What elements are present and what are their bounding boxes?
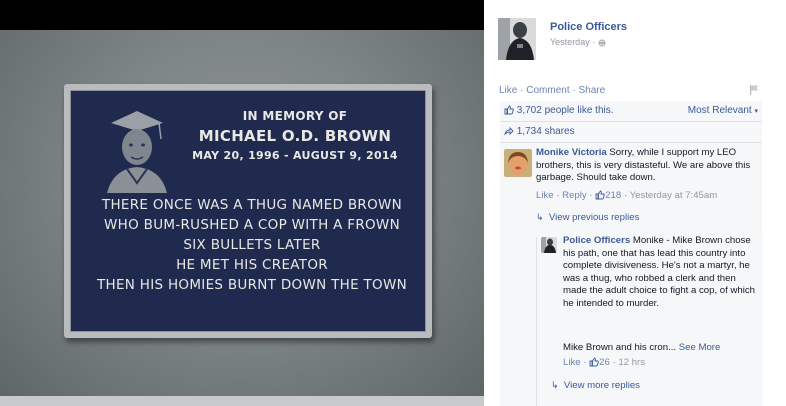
reply-author-link[interactable]: Police Officers — [563, 235, 630, 246]
right-gutter — [766, 0, 786, 406]
thumbs-up-icon — [589, 358, 599, 367]
memorial-plaque: IN MEMORY OF MICHAEL O.D. BROWN MAY 20, … — [64, 84, 432, 338]
sort-label: Most Relevant — [687, 105, 752, 116]
share-arrow-icon — [504, 127, 514, 136]
see-more-link[interactable]: See More — [679, 342, 721, 353]
reply-body: Police Officers Monike - Mike Brown chos… — [563, 235, 761, 311]
share-link[interactable]: Share — [579, 85, 606, 96]
post-actions: Like · Comment · Share — [499, 85, 605, 96]
woman-avatar-icon — [504, 149, 532, 177]
post-timestamp[interactable]: Yesterday · — [550, 37, 606, 47]
most-relevant-dropdown[interactable]: Most Relevant ▾ — [688, 105, 758, 116]
plaque-face: IN MEMORY OF MICHAEL O.D. BROWN MAY 20, … — [70, 90, 426, 332]
time-separator: · — [589, 37, 598, 47]
share-count-link[interactable]: 1,734 shares — [504, 126, 575, 137]
like-count-link[interactable]: 3,702 people like this. — [504, 105, 614, 116]
reply-arrow-icon: ↳ — [536, 212, 544, 222]
plaque-poem-line: HE MET HIS CREATOR — [176, 257, 328, 273]
reply-body-continued: Mike Brown and his cron... See More — [563, 342, 761, 355]
post-sidebar: Police Officers Yesterday · Like · Comme… — [484, 0, 766, 406]
like-link[interactable]: Like — [499, 85, 517, 96]
comment-link[interactable]: Comment — [526, 85, 569, 96]
likes-row: 3,702 people like this. Most Relevant ▾ — [500, 101, 762, 122]
comment-body: Monike Victoria Sorry, while I support m… — [536, 147, 758, 185]
officer-avatar-icon — [541, 237, 557, 253]
comment-like-link[interactable]: Like — [536, 190, 554, 201]
engagement-area: 3,702 people like this. Most Relevant ▾ … — [500, 101, 763, 406]
page-name-link[interactable]: Police Officers — [550, 21, 627, 33]
reply-meta: Like · 26 · 12 hrs — [563, 357, 646, 368]
plaque-poem-line: SIX BULLETS LATER — [183, 237, 321, 253]
reply-arrow-icon: ↳ — [551, 380, 559, 390]
post-time-text: Yesterday — [550, 37, 590, 47]
reply-text: Monike - Mike Brown chose his path, one … — [563, 235, 755, 309]
reply-text-truncated: Mike Brown and his cron... — [563, 342, 677, 353]
comment-meta: Like · Reply · 218 · Yesterday at 7:45am — [536, 190, 718, 201]
reply-like-link[interactable]: Like — [563, 357, 581, 368]
plaque-poem-line: THEN HIS HOMIES BURNT DOWN THE TOWN — [96, 277, 408, 293]
plaque-poem-line: WHO BUM-RUSHED A COP WITH A FROWN — [104, 217, 400, 233]
view-previous-replies-link[interactable]: ↳ View previous replies — [536, 212, 639, 223]
comment-reply-link[interactable]: Reply — [562, 190, 587, 201]
comment-time[interactable]: Yesterday at 7:45am — [630, 190, 718, 201]
view-previous-text: View previous replies — [548, 212, 640, 223]
comment-author-link[interactable]: Monike Victoria — [536, 147, 607, 158]
thumbs-up-icon — [595, 191, 605, 200]
flag-icon[interactable] — [748, 84, 760, 96]
view-more-text: View more replies — [563, 380, 640, 391]
photo-bottom-edge — [0, 396, 484, 406]
plaque-name-line: MICHAEL O.D. BROWN — [198, 127, 392, 145]
officer-avatar-icon — [498, 18, 536, 60]
shares-row: 1,734 shares — [500, 122, 762, 143]
caret-down-icon: ▾ — [754, 108, 758, 115]
reply-thread: Police Officers Monike - Mike Brown chos… — [536, 235, 763, 406]
post-photo[interactable]: IN MEMORY OF MICHAEL O.D. BROWN MAY 20, … — [0, 0, 484, 406]
portrait-engraving — [103, 103, 169, 193]
share-count-text: 1,734 shares — [516, 126, 575, 137]
action-separator: · — [517, 85, 527, 96]
globe-icon — [598, 39, 606, 47]
comment-like-count[interactable]: 218 — [605, 190, 621, 201]
page-avatar[interactable] — [498, 18, 536, 60]
reply-like-count[interactable]: 26 — [599, 357, 610, 368]
plaque-memory-line: IN MEMORY OF — [242, 109, 348, 123]
reply-avatar[interactable] — [541, 237, 557, 253]
thumbs-up-icon — [504, 105, 514, 115]
view-more-replies-link[interactable]: ↳ View more replies — [551, 380, 640, 391]
reply-time[interactable]: 12 hrs — [618, 357, 645, 368]
plaque-poem-line: THERE ONCE WAS A THUG NAMED BROWN — [101, 197, 403, 213]
commenter-avatar[interactable] — [504, 149, 532, 177]
plaque-dates-line: MAY 20, 1996 - AUGUST 9, 2014 — [192, 149, 398, 162]
like-count-text: 3,702 people like this. — [516, 105, 614, 116]
action-separator: · — [569, 85, 579, 96]
